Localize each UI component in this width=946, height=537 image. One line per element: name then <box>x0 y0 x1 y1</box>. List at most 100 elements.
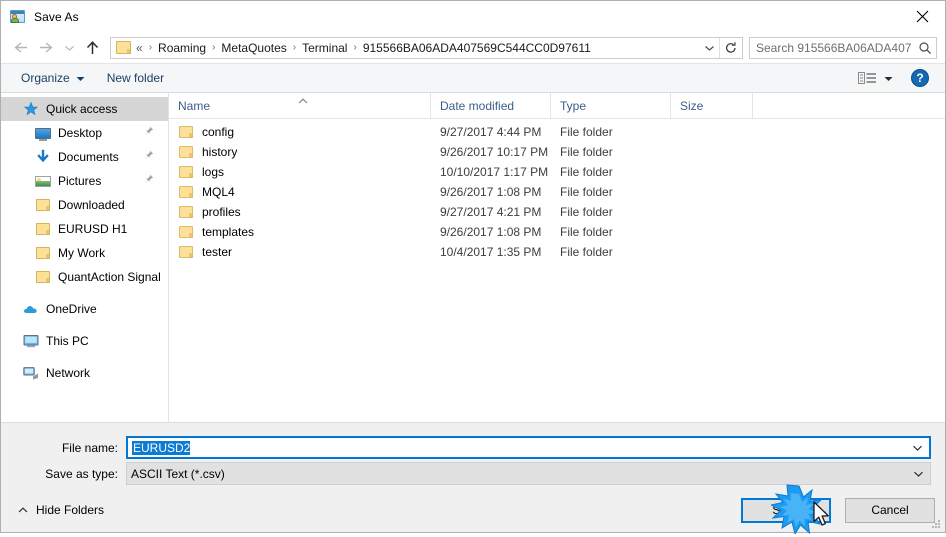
hide-folders-button[interactable]: Hide Folders <box>11 503 104 517</box>
breadcrumb-item-metaquotes[interactable]: MetaQuotes <box>218 40 289 56</box>
sidebar-item-label: Pictures <box>58 174 102 188</box>
file-name-cell: profiles <box>169 204 431 220</box>
column-header-filler <box>753 93 945 118</box>
file-type: File folder <box>560 225 613 239</box>
address-dropdown-button[interactable] <box>699 38 719 58</box>
folder-icon <box>35 221 51 237</box>
sidebar-item-quick-access[interactable]: Quick access <box>1 97 168 121</box>
table-row[interactable]: profiles 9/27/2017 4:21 PM File folder <box>169 202 945 222</box>
file-name: profiles <box>202 205 241 219</box>
arrow-up-icon <box>86 40 98 54</box>
sidebar-item-label: OneDrive <box>46 302 97 316</box>
table-row[interactable]: templates 9/26/2017 1:08 PM File folder <box>169 222 945 242</box>
resize-grip-icon[interactable] <box>930 518 942 530</box>
command-toolbar: Organize New folder ? <box>1 63 945 93</box>
folder-icon <box>178 244 194 260</box>
sidebar-item-network[interactable]: Network <box>1 361 168 385</box>
sidebar-item-label: This PC <box>46 334 89 348</box>
close-icon[interactable] <box>899 1 945 32</box>
new-folder-button[interactable]: New folder <box>101 68 170 88</box>
column-header-date-modified[interactable]: Date modified <box>431 93 551 118</box>
file-name: tester <box>202 245 233 259</box>
help-label: ? <box>916 71 924 85</box>
cancel-button[interactable]: Cancel <box>845 497 935 523</box>
save-as-type-value: ASCII Text (*.csv) <box>131 466 225 481</box>
sort-ascending-icon <box>297 94 309 108</box>
file-name-cell: logs <box>169 164 431 180</box>
sidebar-item-label: EURUSD H1 <box>58 222 128 236</box>
refresh-button[interactable] <box>719 37 742 58</box>
organize-button[interactable]: Organize <box>15 68 91 88</box>
chevron-down-icon <box>76 71 85 85</box>
address-bar[interactable]: « › Roaming › MetaQuotes › Terminal › 91… <box>110 36 743 59</box>
sidebar-item-label: Documents <box>58 150 119 164</box>
file-name-label: File name: <box>61 440 118 455</box>
recent-locations-button[interactable] <box>59 36 79 60</box>
sidebar-item-desktop[interactable]: Desktop <box>1 121 168 145</box>
folder-icon <box>178 164 194 180</box>
forward-button[interactable] <box>33 36 59 60</box>
file-name-input[interactable]: EURUSD2 <box>126 436 931 459</box>
save-as-window-icon <box>10 9 26 25</box>
breadcrumb-item-terminal[interactable]: Terminal <box>299 40 350 56</box>
sidebar-item-downloaded[interactable]: Downloaded <box>1 193 168 217</box>
network-icon <box>23 365 39 381</box>
chevron-down-icon <box>884 71 893 85</box>
up-button[interactable] <box>79 36 105 60</box>
file-date: 10/4/2017 1:35 PM <box>440 245 542 259</box>
pin-icon[interactable] <box>143 150 154 164</box>
folder-icon <box>178 184 194 200</box>
sidebar-item-onedrive[interactable]: OneDrive <box>1 297 168 321</box>
monitor-icon <box>35 125 51 141</box>
file-date: 9/26/2017 1:08 PM <box>440 185 542 199</box>
hide-folders-label: Hide Folders <box>36 503 105 517</box>
window-title: Save As <box>34 9 79 24</box>
title-bar: Save As <box>1 1 945 32</box>
file-name-value: EURUSD2 <box>128 440 905 455</box>
file-date: 9/26/2017 1:08 PM <box>440 225 542 239</box>
back-button[interactable] <box>7 36 33 60</box>
table-row[interactable]: history 9/26/2017 10:17 PM File folder <box>169 142 945 162</box>
file-name: MQL4 <box>202 185 235 199</box>
table-row[interactable]: logs 10/10/2017 1:17 PM File folder <box>169 162 945 182</box>
computer-icon <box>23 333 39 349</box>
breadcrumb-item-roaming[interactable]: Roaming <box>155 40 209 56</box>
sidebar-item-label: QuantAction Signal <box>58 270 161 284</box>
column-header-name[interactable]: Name <box>169 93 431 118</box>
folder-icon <box>116 41 131 54</box>
chevron-down-icon[interactable] <box>905 444 929 452</box>
search-box[interactable] <box>749 36 937 59</box>
file-name-row: File name: EURUSD2 <box>1 436 945 459</box>
cloud-icon <box>23 301 39 317</box>
column-header-row: Name Date modified Type Size <box>169 93 945 119</box>
breadcrumb-overflow[interactable]: « <box>135 40 146 56</box>
breadcrumb-item-current[interactable]: 915566BA06ADA407569C544CC0D97611 <box>360 40 594 56</box>
search-input[interactable] <box>750 40 914 55</box>
file-type: File folder <box>560 125 613 139</box>
sidebar-item-documents[interactable]: Documents <box>1 145 168 169</box>
pin-icon[interactable] <box>143 174 154 188</box>
pin-icon[interactable] <box>143 126 154 140</box>
chevron-down-icon[interactable] <box>906 470 930 478</box>
file-name: logs <box>202 165 225 179</box>
save-as-type-select[interactable]: ASCII Text (*.csv) <box>126 462 931 485</box>
sidebar-item-eurusd-h1[interactable]: EURUSD H1 <box>1 217 168 241</box>
sidebar-item-quantaction-signal[interactable]: QuantAction Signal <box>1 265 168 289</box>
sidebar-item-this-pc[interactable]: This PC <box>1 329 168 353</box>
sidebar-item-my-work[interactable]: My Work <box>1 241 168 265</box>
help-button[interactable]: ? <box>911 69 929 87</box>
change-view-button[interactable] <box>854 69 897 88</box>
folder-icon <box>35 197 51 213</box>
column-header-type[interactable]: Type <box>551 93 671 118</box>
save-button[interactable]: Save <box>741 497 831 523</box>
column-header-size[interactable]: Size <box>671 93 753 118</box>
file-list[interactable]: config 9/27/2017 4:44 PM File folder his… <box>169 119 945 422</box>
table-row[interactable]: config 9/27/2017 4:44 PM File folder <box>169 122 945 142</box>
table-row[interactable]: MQL4 9/26/2017 1:08 PM File folder <box>169 182 945 202</box>
table-row[interactable]: tester 10/4/2017 1:35 PM File folder <box>169 242 945 262</box>
save-as-dialog: Save As « › Roaming › MetaQuotes › Termi… <box>0 0 946 536</box>
dialog-body: Quick access Desktop Documents Pictures … <box>1 93 945 422</box>
arrow-left-icon <box>13 42 27 53</box>
sidebar-item-pictures[interactable]: Pictures <box>1 169 168 193</box>
